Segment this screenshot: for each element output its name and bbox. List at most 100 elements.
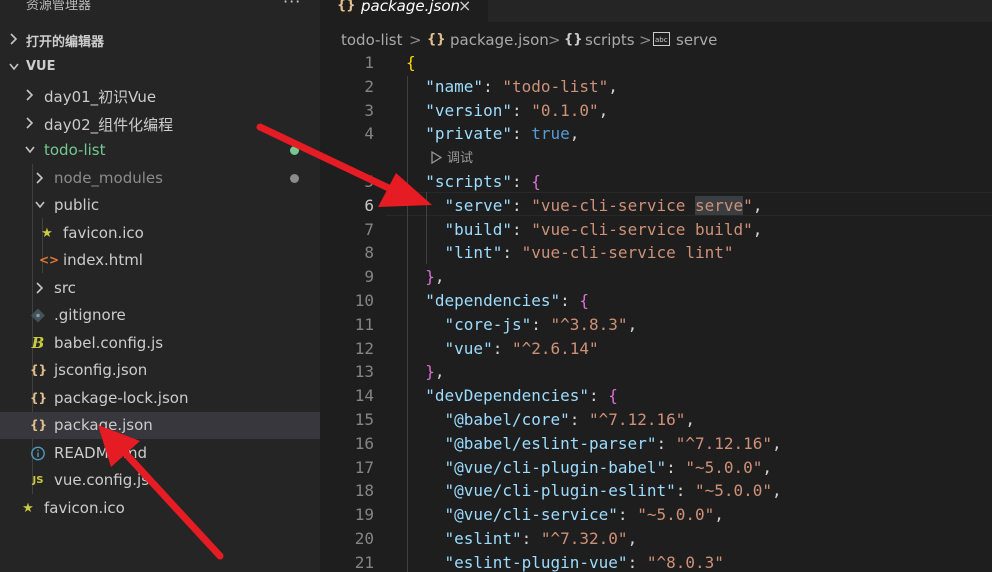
code-line: }, <box>425 362 445 382</box>
debug-codelens[interactable]: 调试 <box>430 147 473 166</box>
json-icon: {} <box>30 418 48 432</box>
chevron-down-icon <box>25 146 35 154</box>
chevron-right-icon <box>26 117 34 129</box>
json-icon: {} <box>427 32 446 47</box>
play-icon <box>431 150 443 165</box>
star-icon: ★ <box>22 501 34 516</box>
modified-dot-icon <box>290 146 299 155</box>
tree-item-public[interactable]: public <box>0 192 320 219</box>
json-icon: {} <box>337 0 356 13</box>
line-number: 20 <box>354 529 374 548</box>
chevron-right-icon <box>36 282 44 294</box>
tree-item-label: babel.config.js <box>54 334 164 352</box>
line-number: 13 <box>354 362 374 382</box>
breadcrumb-separator: > <box>409 31 422 49</box>
explorer-sidebar: 资源管理器 ··· 打开的编辑器 VUE day01_初识Vue day02_组… <box>0 0 320 572</box>
line-number: 11 <box>354 314 374 334</box>
code-line: "dependencies": { <box>425 291 590 310</box>
line-number: 7 <box>364 219 374 239</box>
code-line: "vue": "^2.6.14" <box>444 338 599 358</box>
code-editor[interactable]: 调试 1 {2 "name": "todo-list", 3 "version": … <box>320 52 992 572</box>
line-number: 1 <box>364 53 374 72</box>
line-number: 4 <box>364 124 374 144</box>
tab-label: package.json <box>361 0 461 15</box>
tree-item-label: README.md <box>54 444 148 462</box>
tree-item-label: todo-list <box>44 141 106 159</box>
tree-item-label: package.json <box>54 416 153 434</box>
tree-item-package-json[interactable]: {} package.json <box>0 412 320 439</box>
tree-item-root-favicon[interactable]: ★ favicon.ico <box>0 495 320 522</box>
code-line: "@babel/core": "^7.12.16", <box>444 410 695 429</box>
tree-item-gitignore[interactable]: .gitignore <box>0 302 320 329</box>
line-number: 6 <box>364 195 374 215</box>
code-line: "@vue/cli-service": "~5.0.0", <box>444 505 724 525</box>
breadcrumb-section[interactable]: scripts <box>585 31 635 49</box>
workspace-section[interactable]: VUE <box>0 54 320 81</box>
code-line: "build": "vue-cli-service build", <box>444 219 763 239</box>
tree-item-readme[interactable]: README.md <box>0 440 320 467</box>
code-line: }, <box>425 267 445 287</box>
code-line: "eslint-plugin-vue": "^8.0.3" <box>444 552 724 572</box>
close-icon[interactable]: × <box>458 0 471 15</box>
code-line: "devDependencies": { <box>425 386 618 406</box>
line-number: 17 <box>354 457 374 477</box>
code-line: "core-js": "^3.8.3", <box>444 314 638 334</box>
star-icon: ★ <box>41 226 53 241</box>
open-editors-section[interactable]: 打开的编辑器 <box>0 26 320 53</box>
info-icon <box>31 446 45 461</box>
line-number: 21 <box>354 552 374 572</box>
tree-item-label: package-lock.json <box>54 389 189 407</box>
chevron-down-icon <box>35 201 45 209</box>
line-number: 9 <box>364 267 374 287</box>
tree-item-label: node_modules <box>54 169 163 187</box>
tree-item-label: vue.config.js <box>54 471 150 489</box>
line-number: 10 <box>354 291 374 310</box>
tree-item-babel-config[interactable]: B babel.config.js <box>0 330 320 357</box>
tree-item-label: favicon.ico <box>44 499 125 517</box>
breadcrumb-separator: > <box>639 31 652 49</box>
code-line: "name": "todo-list", <box>425 76 618 96</box>
code-line: { <box>406 53 416 72</box>
debug-label: 调试 <box>447 151 474 166</box>
tree-item-todo-list[interactable]: todo-list <box>0 137 320 164</box>
chevron-right-icon <box>36 172 44 184</box>
chevron-right-icon <box>10 33 18 45</box>
chevron-down-icon <box>9 63 19 71</box>
tree-item-index-html[interactable]: <> index.html <box>0 247 320 274</box>
tree-item-label: favicon.ico <box>63 224 144 242</box>
line-number: 18 <box>354 481 374 501</box>
workspace-label: VUE <box>26 59 56 74</box>
editor-area: {} package.json × todo-list > {} package… <box>320 0 992 572</box>
tree-item-label: day02_组件化编程 <box>44 116 174 134</box>
breadcrumb: todo-list > {} package.json > {} scripts… <box>320 26 992 54</box>
code-line: "serve": "vue-cli-service serve", <box>444 195 763 215</box>
tree-item-src[interactable]: src <box>0 275 320 302</box>
tree-item-jsconfig[interactable]: {} jsconfig.json <box>0 357 320 384</box>
tree-item-vue-config[interactable]: JS vue.config.js <box>0 467 320 494</box>
code-line: "eslint": "^7.32.0", <box>444 529 638 548</box>
breadcrumb-file[interactable]: package.json <box>450 31 549 49</box>
code-line: "@vue/cli-plugin-eslint": "~5.0.0", <box>444 481 782 501</box>
line-number: 5 <box>364 172 374 191</box>
git-icon <box>31 308 45 323</box>
tab-package-json[interactable]: {} package.json × <box>320 0 488 22</box>
tree-item-node-modules[interactable]: node_modules <box>0 165 320 192</box>
line-number: 8 <box>364 243 374 263</box>
tree-item-label: jsconfig.json <box>54 361 148 379</box>
breadcrumb-leaf[interactable]: serve <box>676 31 717 49</box>
json-icon: {} <box>30 363 48 377</box>
tree-item-day02[interactable]: day02_组件化编程 <box>0 110 320 137</box>
more-actions-icon[interactable]: ··· <box>283 0 301 11</box>
string-icon: abc <box>653 32 670 46</box>
js-icon: JS <box>32 475 44 486</box>
tree-item-day01[interactable]: day01_初识Vue <box>0 82 320 109</box>
code-line: "@vue/cli-plugin-babel": "~5.0.0", <box>444 457 773 477</box>
tree-item-public-favicon[interactable]: ★ favicon.ico <box>0 220 320 247</box>
explorer-title: 资源管理器 <box>26 0 92 13</box>
code-line: "lint": "vue-cli-service lint" <box>444 243 734 263</box>
breadcrumb-root[interactable]: todo-list <box>341 31 402 49</box>
tree-item-label: src <box>54 279 76 297</box>
tree-item-label: day01_初识Vue <box>44 88 157 106</box>
tree-item-package-lock[interactable]: {} package-lock.json <box>0 385 320 412</box>
svg-text:abc: abc <box>655 36 668 44</box>
